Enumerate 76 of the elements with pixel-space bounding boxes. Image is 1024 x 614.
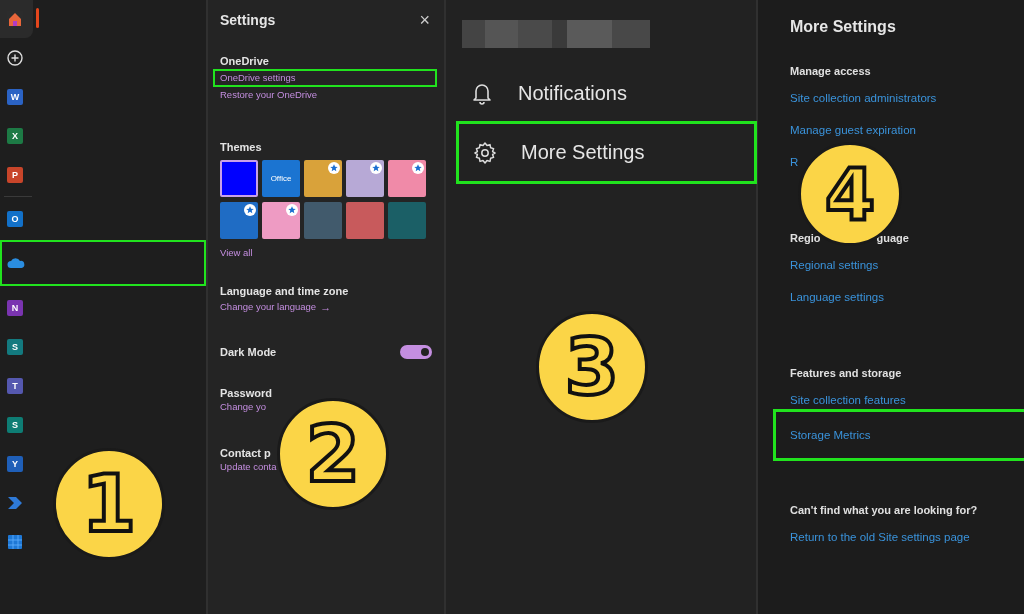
star-icon bbox=[244, 204, 256, 216]
rail-item[interactable]: W bbox=[0, 77, 33, 116]
theme-picture-tile[interactable] bbox=[304, 202, 342, 239]
tiles-icon bbox=[7, 533, 23, 550]
letter-tile-icon: W bbox=[7, 88, 23, 105]
menu-item-label: More Settings bbox=[521, 141, 645, 164]
section-heading: OneDrive bbox=[220, 55, 269, 67]
theme-picture-tile[interactable] bbox=[388, 160, 426, 197]
theme-picture-tile[interactable] bbox=[388, 202, 426, 239]
rail-item[interactable]: Y bbox=[0, 444, 33, 483]
rail-item[interactable] bbox=[0, 240, 206, 286]
home-icon bbox=[7, 11, 23, 27]
letter-tile-icon: N bbox=[7, 299, 23, 316]
letter-tile-icon: O bbox=[7, 210, 23, 227]
chevron-icon bbox=[7, 495, 23, 510]
rail-item[interactable]: N bbox=[0, 288, 33, 327]
star-icon bbox=[412, 162, 424, 174]
menu-item[interactable]: Notifications bbox=[456, 65, 746, 121]
letter-tile-icon: S bbox=[7, 338, 23, 355]
settings-link[interactable]: R bbox=[790, 156, 799, 168]
settings-link[interactable]: Site collection features bbox=[790, 394, 906, 406]
theme-picture-tile[interactable] bbox=[220, 202, 258, 239]
rail-item[interactable]: T bbox=[0, 366, 33, 405]
rail-item[interactable]: P bbox=[0, 155, 33, 194]
close-button[interactable]: × bbox=[417, 9, 432, 31]
settings-link[interactable]: Language settings bbox=[790, 291, 884, 303]
rail-item[interactable]: O bbox=[0, 199, 33, 238]
bell-icon bbox=[470, 81, 494, 105]
settings-link[interactable]: Manage guest expiration bbox=[790, 124, 916, 136]
letter-tile-icon: T bbox=[7, 377, 23, 394]
section-heading: Language and time zone bbox=[220, 285, 349, 297]
theme-picture-tile[interactable] bbox=[346, 202, 384, 239]
section-heading: Themes bbox=[220, 141, 262, 153]
theme-tile[interactable]: Office bbox=[262, 160, 300, 197]
settings-link[interactable]: Return to the old Site settings page bbox=[790, 531, 970, 543]
panel-title: Settings bbox=[220, 12, 276, 28]
settings-link[interactable]: OneDrive settings bbox=[213, 69, 437, 87]
add-icon bbox=[7, 49, 23, 66]
section-heading: Password bbox=[220, 387, 272, 399]
settings-link[interactable]: Storage Metrics bbox=[790, 429, 871, 441]
selection-indicator bbox=[36, 8, 39, 28]
view-all-link[interactable]: View all bbox=[220, 245, 253, 261]
theme-picture-tile[interactable] bbox=[304, 160, 342, 197]
theme-picture-tile[interactable] bbox=[262, 202, 300, 239]
settings-link[interactable]: Regional settings bbox=[790, 259, 879, 271]
section-heading: Contact p bbox=[220, 447, 271, 459]
letter-tile-icon: Y bbox=[7, 455, 23, 472]
change-language-link[interactable]: Change your language bbox=[220, 299, 317, 315]
section-heading: Can't find what you are looking for? bbox=[790, 504, 978, 516]
settings-link[interactable]: Site collection administrators bbox=[790, 92, 937, 104]
settings-icon bbox=[473, 140, 497, 165]
section-heading: guage bbox=[876, 232, 909, 244]
section-heading: Features and storage bbox=[790, 367, 902, 379]
rail-item[interactable]: X bbox=[0, 116, 33, 155]
rail-item[interactable]: S bbox=[0, 327, 33, 366]
menu-item[interactable]: More Settings bbox=[456, 121, 757, 184]
theme-picture-tile[interactable] bbox=[346, 160, 384, 197]
letter-tile-icon: X bbox=[7, 127, 23, 144]
menu-item-label: Notifications bbox=[518, 81, 627, 105]
section-heading: Manage access bbox=[790, 65, 871, 77]
star-icon bbox=[328, 162, 340, 174]
star-icon bbox=[286, 204, 298, 216]
rail-item[interactable]: S bbox=[0, 405, 33, 444]
cloud-icon bbox=[7, 257, 25, 269]
page-title: More Settings bbox=[790, 17, 897, 37]
star-icon bbox=[370, 162, 382, 174]
letter-tile-icon: P bbox=[7, 166, 23, 183]
arrow-icon: → bbox=[320, 301, 332, 313]
settings-link[interactable]: Update conta bbox=[220, 459, 277, 475]
dark-mode-toggle[interactable] bbox=[400, 345, 432, 359]
section-heading: Regio bbox=[790, 232, 821, 244]
color-theme-tile[interactable] bbox=[220, 160, 258, 197]
toggle-label: Dark Mode bbox=[220, 346, 277, 358]
letter-tile-icon: S bbox=[7, 416, 23, 433]
settings-link[interactable]: Restore your OneDrive bbox=[220, 87, 318, 103]
settings-link[interactable]: Change yo bbox=[220, 399, 266, 415]
